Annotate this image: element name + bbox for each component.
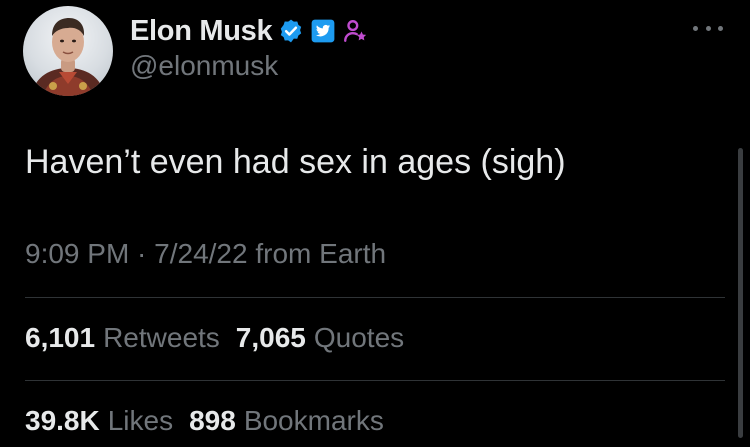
- tweet-text: Haven’t even had sex in ages (sigh): [25, 143, 566, 181]
- more-dot: [693, 25, 698, 31]
- retweets-count: 6,101: [25, 322, 96, 353]
- more-dot: [718, 25, 723, 31]
- likes-label: Likes: [107, 405, 174, 436]
- author-name-row[interactable]: Elon Musk: [130, 14, 368, 48]
- avatar[interactable]: [23, 6, 113, 96]
- tweet-detail: Elon Musk @elonmusk Haven’t even had sex…: [0, 0, 750, 447]
- twitter-affiliate-icon: [310, 18, 336, 44]
- likes-stat[interactable]: 39.8K Likes: [25, 405, 173, 437]
- more-options-icon[interactable]: [693, 22, 723, 34]
- engagement-stats-row: 39.8K Likes 898 Bookmarks: [25, 405, 384, 437]
- verified-badge-icon: [278, 18, 304, 44]
- avatar-image: [31, 18, 105, 96]
- retweets-stat[interactable]: 6,101 Retweets: [25, 322, 220, 354]
- scrollbar[interactable]: [738, 148, 743, 438]
- quotes-stat[interactable]: 7,065 Quotes: [236, 322, 404, 354]
- engagement-stats-row: 6,101 Retweets 7,065 Quotes: [25, 322, 404, 354]
- divider: [25, 297, 725, 298]
- more-dot: [705, 25, 711, 31]
- likes-count: 39.8K: [25, 405, 100, 436]
- bookmarks-stat[interactable]: 898 Bookmarks: [189, 405, 384, 437]
- bookmarks-label: Bookmarks: [243, 405, 384, 436]
- author-handle[interactable]: @elonmusk: [130, 50, 278, 82]
- retweets-label: Retweets: [103, 322, 220, 353]
- author-display-name[interactable]: Elon Musk: [130, 15, 273, 48]
- quotes-count: 7,065: [235, 322, 306, 353]
- user-star-icon: [342, 18, 368, 44]
- quotes-label: Quotes: [313, 322, 405, 353]
- tweet-timestamp-source[interactable]: 9:09 PM · 7/24/22 from Earth: [25, 238, 386, 270]
- divider: [25, 380, 725, 381]
- bookmarks-count: 898: [189, 405, 236, 436]
